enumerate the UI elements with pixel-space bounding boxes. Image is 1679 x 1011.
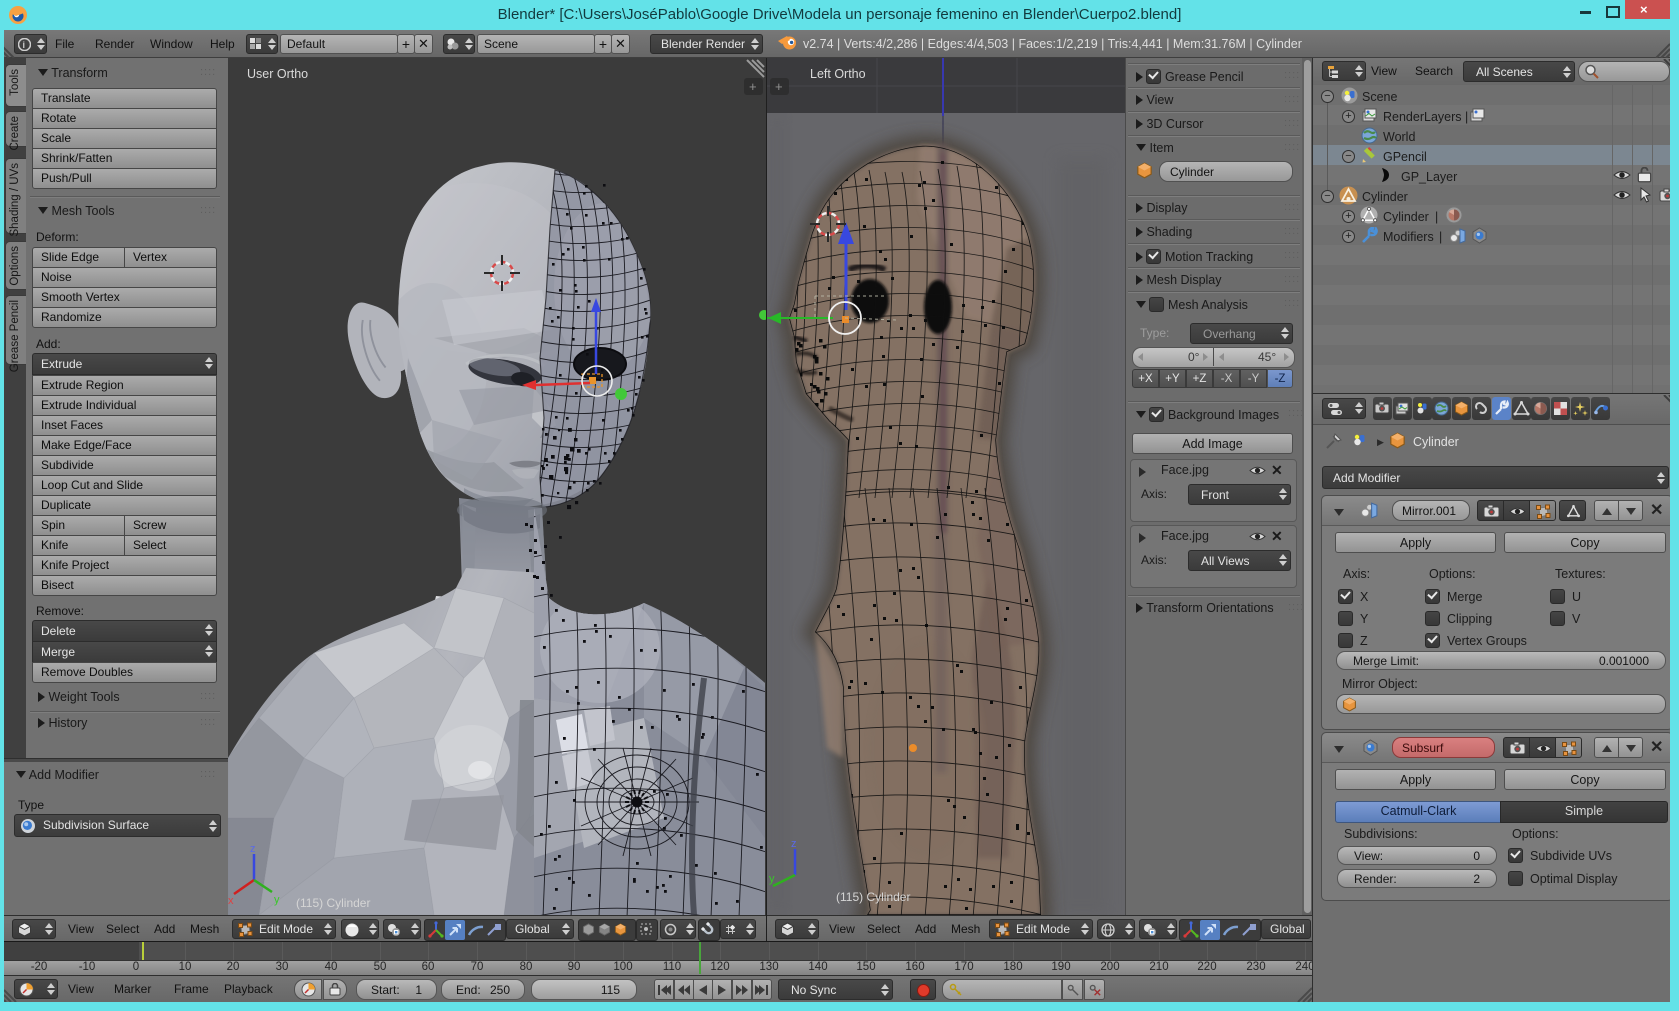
- svg-text:(115) Cylinder: (115) Cylinder: [836, 890, 910, 904]
- svg-text:z: z: [791, 838, 797, 850]
- svg-text:+: +: [775, 79, 783, 94]
- svg-text:i: i: [23, 40, 26, 50]
- svg-text:y: y: [769, 873, 775, 885]
- svg-text:Left Ortho: Left Ortho: [810, 67, 866, 81]
- svg-text:x: x: [228, 895, 234, 907]
- svg-text:+: +: [749, 79, 757, 94]
- svg-text:(115) Cylinder: (115) Cylinder: [296, 896, 370, 910]
- svg-text:User Ortho: User Ortho: [247, 67, 308, 81]
- svg-text:z: z: [250, 843, 256, 855]
- svg-text:y: y: [274, 894, 280, 906]
